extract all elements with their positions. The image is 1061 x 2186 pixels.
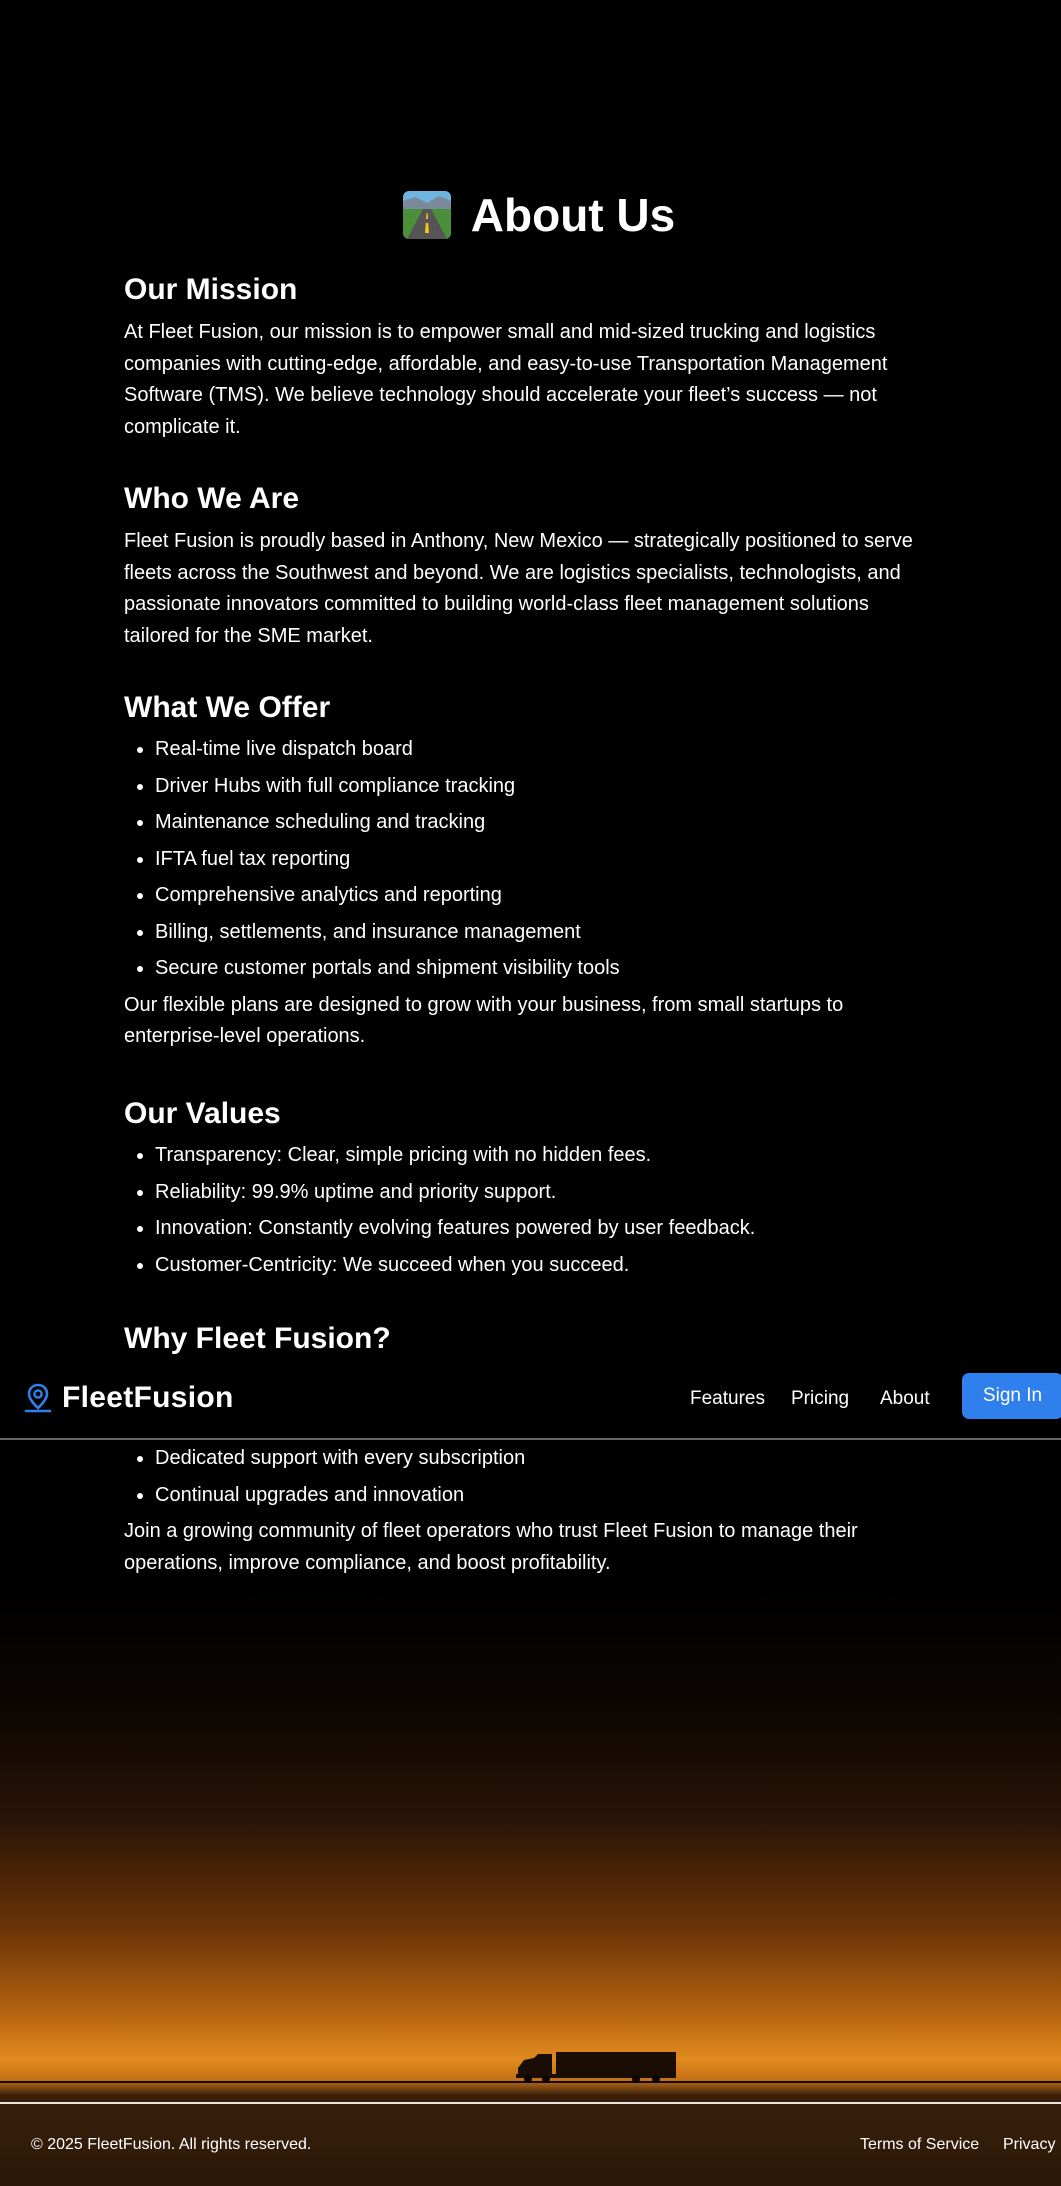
mission-text: At Fleet Fusion, our mission is to empow… (124, 317, 954, 443)
why-section-continued: Dedicated support with every subscriptio… (124, 1440, 954, 1579)
terms-of-service-link[interactable]: Terms of Service (860, 2136, 979, 2154)
why-list: Dedicated support with every subscriptio… (124, 1440, 954, 1513)
offer-section: What We Offer Real-time live dispatch bo… (124, 690, 954, 1053)
who-section: Who We Are Fleet Fusion is proudly based… (124, 481, 954, 652)
list-item: Innovation: Constantly evolving features… (155, 1210, 954, 1247)
why-section: Why Fleet Fusion? (124, 1321, 954, 1357)
list-item: Comprehensive analytics and reporting (155, 877, 954, 914)
mission-line: companies with cutting-edge, affordable,… (124, 352, 888, 375)
truck-silhouette (516, 2052, 676, 2083)
why-closing-text: Join a growing community of fleet operat… (124, 1516, 954, 1579)
list-item: Continual upgrades and innovation (155, 1477, 954, 1514)
nav-link-pricing[interactable]: Pricing (791, 1387, 849, 1411)
footer: © 2025 FleetFusion. All rights reserved.… (0, 2104, 1061, 2186)
list-item: Maintenance scheduling and tracking (155, 804, 954, 841)
list-item: Real-time live dispatch board (155, 731, 954, 768)
values-section: Our Values Transparency: Clear, simple p… (124, 1096, 954, 1283)
mission-line: complicate it. (124, 415, 241, 438)
offer-list: Real-time live dispatch board Driver Hub… (124, 731, 954, 987)
list-item: Billing, settlements, and insurance mana… (155, 914, 954, 951)
list-item: Reliability: 99.9% uptime and priority s… (155, 1174, 954, 1211)
brand-name: FleetFusion (62, 1381, 234, 1414)
who-line: tailored for the SME market. (124, 624, 373, 647)
list-item: Driver Hubs with full compliance trackin… (155, 768, 954, 805)
list-item: IFTA fuel tax reporting (155, 841, 954, 878)
list-item: Secure customer portals and shipment vis… (155, 950, 954, 987)
navbar: FleetFusion Features Pricing About Sign … (0, 1359, 1061, 1440)
who-line: fleets across the Southwest and beyond. … (124, 561, 901, 584)
offer-heading: What We Offer (124, 691, 331, 724)
mission-line: Software (TMS). We believe technology sh… (124, 384, 877, 406)
list-item: Dedicated support with every subscriptio… (155, 1440, 954, 1477)
brand-logo[interactable]: FleetFusion (22, 1381, 234, 1415)
copyright-text: © 2025 FleetFusion. All rights reserved. (31, 2136, 312, 2153)
who-line: Fleet Fusion is proudly based in Anthony… (124, 530, 913, 552)
list-item: Customer-Centricity: We succeed when you… (155, 1247, 954, 1284)
why-closing-line: operations, improve compliance, and boos… (124, 1551, 611, 1574)
page-title: About Us (124, 185, 954, 245)
page-title-text: About Us (470, 189, 676, 241)
values-heading: Our Values (124, 1097, 281, 1130)
privacy-link[interactable]: Privacy (1003, 2136, 1055, 2154)
who-line: passionate innovators committed to build… (124, 593, 869, 615)
highway-icon (402, 191, 451, 239)
nav-link-about[interactable]: About (880, 1387, 930, 1411)
nav-link-features[interactable]: Features (690, 1387, 765, 1411)
why-heading: Why Fleet Fusion? (124, 1322, 391, 1355)
map-pin-icon (24, 1383, 52, 1413)
who-text: Fleet Fusion is proudly based in Anthony… (124, 526, 954, 652)
offer-closing-line: enterprise-level operations. (124, 1025, 366, 1047)
who-heading: Who We Are (124, 482, 300, 515)
list-item: Transparency: Clear, simple pricing with… (155, 1137, 954, 1174)
offer-closing-text: Our flexible plans are designed to grow … (124, 990, 954, 1053)
sign-in-button[interactable]: Sign In (962, 1373, 1061, 1419)
values-list: Transparency: Clear, simple pricing with… (124, 1137, 954, 1283)
mission-heading: Our Mission (124, 273, 298, 306)
offer-closing-line: Our flexible plans are designed to grow … (124, 993, 844, 1016)
why-closing-line: Join a growing community of fleet operat… (124, 1520, 858, 1542)
mission-section: Our Mission At Fleet Fusion, our mission… (124, 272, 954, 443)
mission-line: At Fleet Fusion, our mission is to empow… (124, 321, 876, 343)
